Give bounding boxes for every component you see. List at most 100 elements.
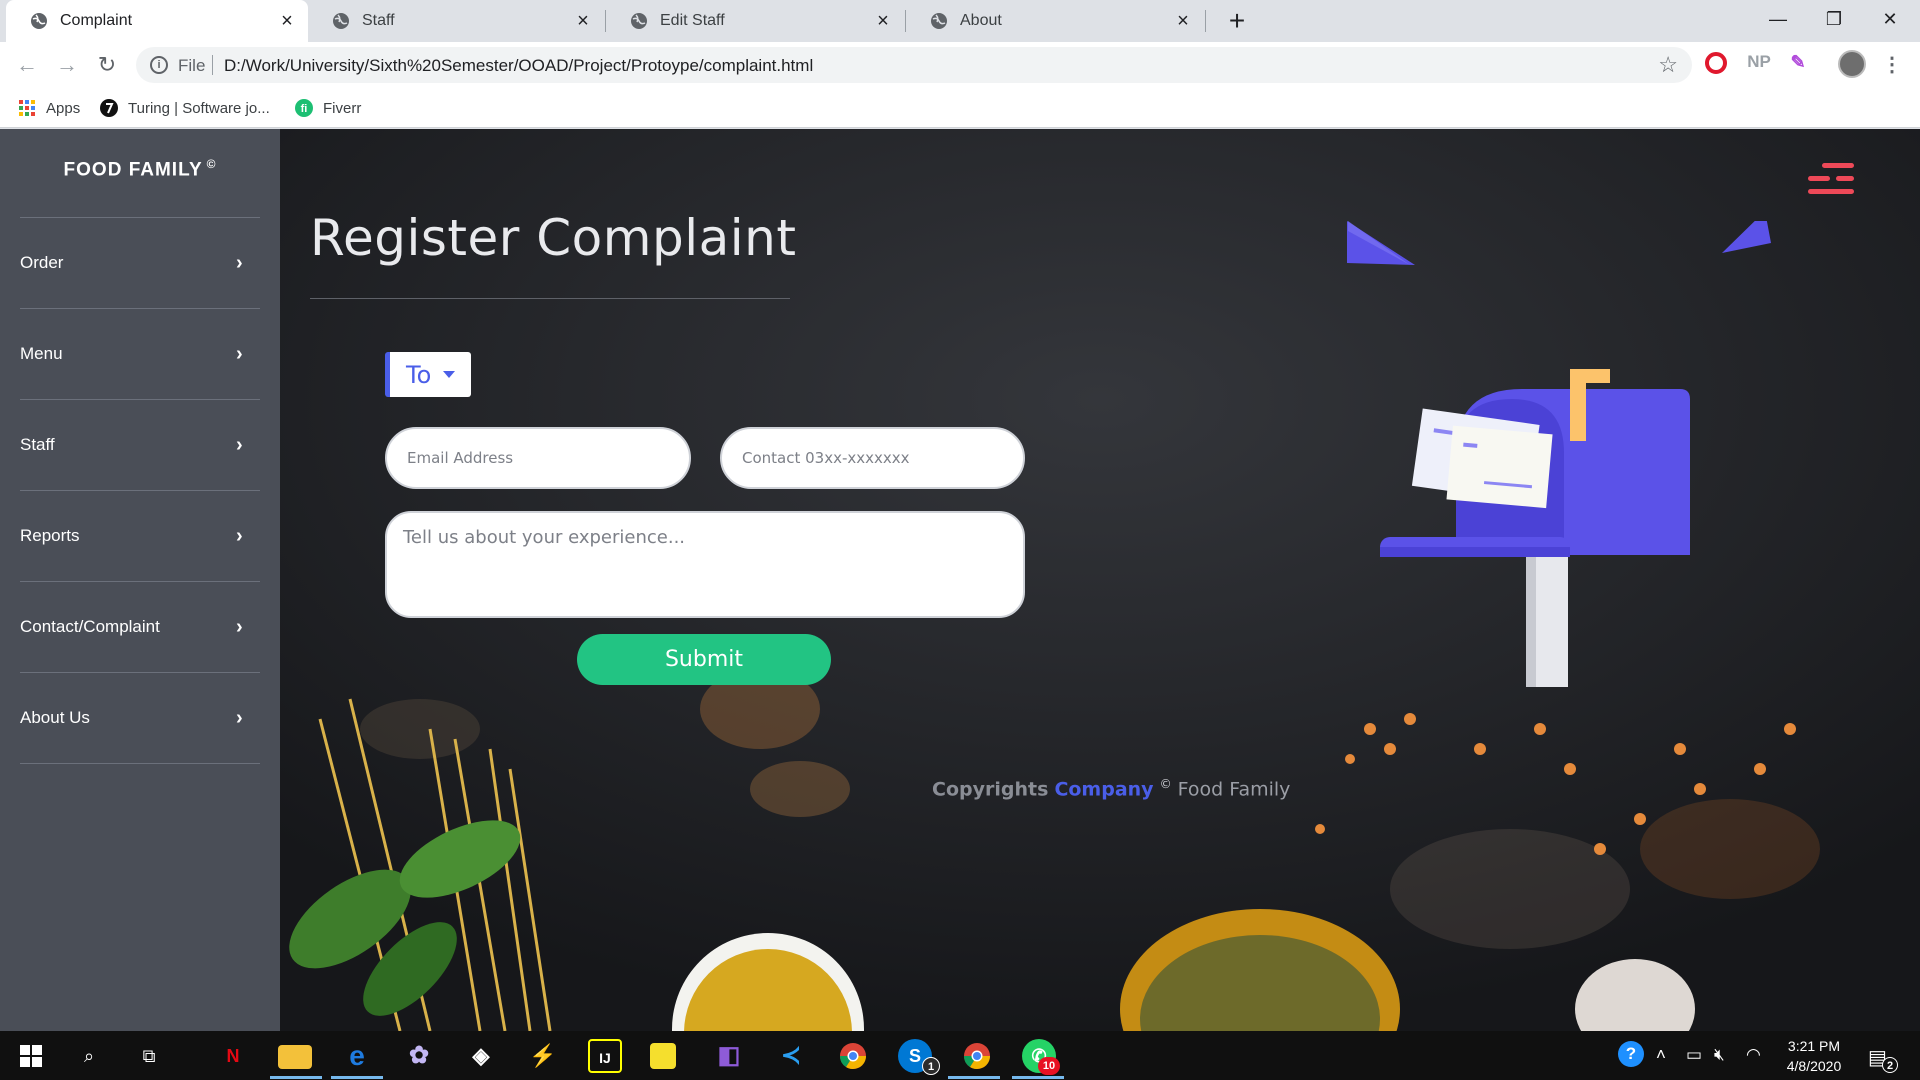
windows-taskbar: ⌕ ⧉ N e ✿ ◈ ⚡ IJ ◧ ≺ S 1 ✆ 10 ? ˄ ▭ 🔇︎ ◠… (0, 1031, 1920, 1080)
chrome-icon[interactable] (836, 1039, 870, 1073)
netflix-icon[interactable]: N (216, 1039, 250, 1073)
file-explorer-icon[interactable] (278, 1045, 312, 1069)
bookmark-apps[interactable]: Apps (18, 97, 80, 119)
submit-button[interactable]: Submit (577, 634, 831, 685)
to-dropdown-button[interactable]: To (385, 352, 471, 397)
new-tab-button[interactable]: + (1222, 6, 1252, 36)
skype-badge: 1 (922, 1057, 940, 1075)
sticky-notes-icon[interactable] (650, 1043, 676, 1069)
clock-date: 4/8/2020 (1786, 1058, 1842, 1074)
contact-field[interactable]: Contact 03xx-xxxxxxx (720, 427, 1025, 489)
footer-company-link[interactable]: Company (1054, 778, 1153, 800)
np-extension-icon[interactable]: NP (1744, 52, 1774, 72)
footer-copyright-mark: © (1159, 777, 1172, 791)
bookmark-star-icon[interactable]: ☆ (1658, 52, 1678, 78)
tab-complaint[interactable]: Complaint × (6, 0, 308, 42)
active-app-indicator (270, 1076, 322, 1079)
unity-icon[interactable]: ◈ (464, 1039, 498, 1073)
chevron-right-icon: › (236, 616, 243, 638)
page-title: Register Complaint (310, 209, 797, 267)
paint-icon[interactable]: ✿ (402, 1039, 436, 1073)
sidebar-item-menu[interactable]: Menu › (20, 309, 260, 400)
url-text[interactable]: D:/Work/University/Sixth%20Semester/OOAD… (224, 56, 813, 76)
active-app-indicator (1012, 1076, 1064, 1079)
search-icon[interactable]: ⌕ (72, 1039, 106, 1073)
profile-avatar[interactable] (1838, 50, 1866, 78)
chevron-right-icon: › (236, 343, 243, 365)
experience-textarea[interactable]: Tell us about your experience... (385, 511, 1025, 618)
brand-name: FOOD FAMILY (63, 159, 203, 181)
tab-about[interactable]: About × (906, 0, 1204, 42)
chevron-right-icon: › (236, 707, 243, 729)
caret-down-icon (443, 371, 456, 378)
bookmarks-bar: Apps Turing | Software jo... fi Fiverr (0, 88, 1920, 128)
sidebar-item-contact-complaint[interactable]: Contact/Complaint › (20, 582, 260, 673)
globe-icon (333, 13, 349, 29)
sidebar-item-label: Menu (20, 344, 63, 363)
menu-dots-icon[interactable]: ⋮ (1882, 52, 1902, 77)
sidebar-item-staff[interactable]: Staff › (20, 400, 260, 491)
sidebar: FOOD FAMILY © Order › Menu › Staff › Repo… (0, 129, 280, 1031)
browser-tab-strip: Complaint × Staff × Edit Staff × About ×… (0, 0, 1920, 42)
clock-time: 3:21 PM (1787, 1038, 1841, 1054)
tab-staff[interactable]: Staff × (308, 0, 604, 42)
close-tab-icon[interactable]: × (872, 10, 894, 32)
info-icon[interactable]: i (150, 56, 168, 74)
chevron-up-icon[interactable]: ˄ (1656, 1045, 1666, 1065)
notifications-badge: 2 (1882, 1057, 1898, 1073)
brand-logo[interactable]: FOOD FAMILY © (0, 157, 280, 181)
task-view-icon[interactable]: ⧉ (132, 1039, 166, 1073)
address-bar[interactable]: i File D:/Work/University/Sixth%20Semest… (136, 47, 1692, 83)
to-dropdown-label: To (406, 360, 432, 389)
brand-copyright-mark: © (206, 157, 217, 171)
title-divider (310, 298, 790, 299)
sidebar-item-reports[interactable]: Reports › (20, 491, 260, 582)
vscode-icon[interactable]: ≺ (774, 1039, 808, 1073)
sidebar-item-about-us[interactable]: About Us › (20, 673, 260, 764)
maximize-button[interactable]: ❐ (1806, 0, 1862, 38)
active-app-indicator (948, 1076, 1000, 1079)
taskbar-clock[interactable]: 3:21 PM 4/8/2020 (1772, 1036, 1856, 1076)
whatsapp-badge: 10 (1038, 1057, 1060, 1075)
back-button[interactable]: ← (12, 50, 42, 80)
tab-edit-staff[interactable]: Edit Staff × (606, 0, 904, 42)
url-scheme: File (178, 56, 206, 75)
construct-icon[interactable]: ⚡ (526, 1039, 560, 1073)
page-viewport: FOOD FAMILY © Order › Menu › Staff › Repo… (0, 129, 1920, 1031)
bookmark-label: Fiverr (323, 99, 362, 117)
fiverr-icon: fi (295, 99, 313, 117)
close-window-button[interactable]: ✕ (1862, 0, 1918, 38)
tab-title: Complaint (60, 12, 133, 29)
bookmark-turing[interactable]: Turing | Software jo... (100, 97, 270, 119)
globe-icon (631, 13, 647, 29)
copyright-footer: Copyrights Company © Food Family (932, 777, 1290, 800)
close-tab-icon[interactable]: × (1172, 10, 1194, 32)
help-icon[interactable]: ? (1618, 1041, 1644, 1067)
footer-prefix: Copyrights (932, 778, 1049, 801)
chrome-active-icon[interactable] (960, 1039, 994, 1073)
speaker-muted-icon[interactable]: 🔇︎ (1714, 1045, 1725, 1065)
email-field[interactable]: Email Address (385, 427, 691, 489)
jetbrains-icon[interactable]: IJ (588, 1039, 622, 1073)
windows-start-icon[interactable] (14, 1039, 48, 1073)
reload-button[interactable]: ↻ (92, 50, 122, 80)
edge-icon[interactable]: e (340, 1039, 374, 1073)
turing-icon (100, 99, 118, 117)
tab-separator (1205, 10, 1206, 32)
sidebar-item-order[interactable]: Order › (20, 218, 260, 309)
bookmark-label: Turing | Software jo... (128, 99, 270, 117)
wifi-icon[interactable]: ◠ (1746, 1045, 1761, 1065)
pen-extension-icon[interactable]: ✎ (1784, 52, 1812, 73)
battery-icon[interactable]: ▭ (1686, 1045, 1702, 1065)
forward-button[interactable]: → (52, 50, 82, 80)
sidebar-item-label: Staff (20, 435, 55, 454)
sidebar-item-label: Reports (20, 526, 80, 545)
minimize-button[interactable]: — (1750, 0, 1806, 38)
sidebar-item-label: About Us (20, 708, 90, 727)
close-tab-icon[interactable]: × (276, 10, 298, 32)
visual-studio-icon[interactable]: ◧ (712, 1039, 746, 1073)
opera-extension-icon[interactable] (1704, 52, 1728, 79)
hamburger-menu-icon[interactable] (1808, 163, 1854, 207)
bookmark-fiverr[interactable]: fi Fiverr (295, 97, 361, 119)
close-tab-icon[interactable]: × (572, 10, 594, 32)
